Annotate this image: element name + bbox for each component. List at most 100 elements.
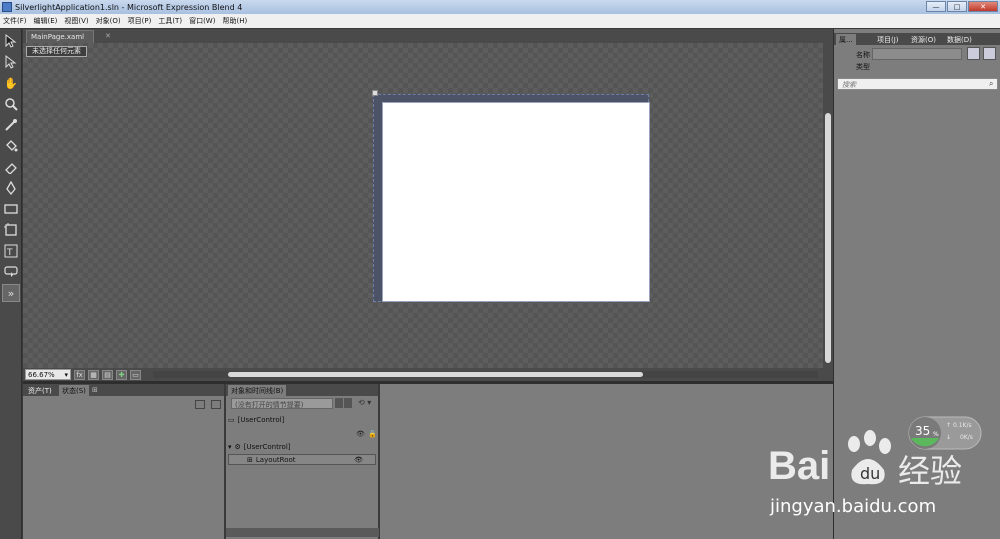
design-canvas[interactable]: [382, 102, 650, 302]
properties-view-icon[interactable]: [967, 47, 980, 60]
menu-help[interactable]: 帮助(H): [222, 16, 247, 26]
watermark-cn-text: 经验: [898, 452, 963, 490]
svg-text:du: du: [860, 464, 880, 483]
vertical-scroll-thumb[interactable]: [825, 113, 831, 363]
eraser-icon[interactable]: [2, 158, 20, 176]
tree-item-label: [UserControl]: [243, 442, 291, 451]
toolbox: ✋ T »: [0, 29, 22, 539]
maximize-button[interactable]: □: [947, 1, 967, 12]
tree-item-label: LayoutRoot: [255, 455, 296, 464]
storyboard-options-icon[interactable]: ⟲ ▾: [358, 398, 371, 407]
assets-expand-icon[interactable]: »: [2, 284, 20, 302]
svg-text:T: T: [6, 248, 13, 258]
tab-resources[interactable]: 资源(O): [908, 34, 939, 45]
name-label: 名称: [856, 51, 870, 59]
tree-item-usercontrol[interactable]: ▾ ⚙ [UserControl]: [228, 441, 376, 452]
upload-arrow-icon: ↑: [946, 422, 952, 429]
grid-node-icon: ⊞: [247, 455, 253, 464]
add-state-icon[interactable]: [211, 400, 221, 409]
window-controls: — □ ✕: [926, 1, 998, 12]
objects-timeline-tabs: 对象和时间线(B): [226, 384, 378, 396]
app-icon: [2, 2, 12, 12]
snap-grid-icon[interactable]: ▤: [102, 369, 113, 380]
zoom-select[interactable]: 66.67% ▾: [25, 369, 71, 380]
tab-project[interactable]: 项目(J): [874, 34, 902, 45]
tab-data[interactable]: 数据(D): [944, 34, 975, 45]
selection-tool-icon[interactable]: [2, 32, 20, 50]
upload-speed: 0.1K/s: [953, 422, 972, 429]
pin-icon[interactable]: ⊞: [89, 385, 101, 396]
menu-edit[interactable]: 编辑(E): [34, 16, 58, 26]
rectangle-icon[interactable]: [2, 200, 20, 218]
annotations-icon[interactable]: ▭: [130, 369, 141, 380]
tree-item-label: [UserControl]: [237, 415, 285, 424]
artboard[interactable]: 未选择任何元素: [23, 43, 823, 368]
pen-icon[interactable]: [2, 179, 20, 197]
pan-hand-icon[interactable]: ✋: [2, 74, 20, 92]
horizontal-scroll-thumb[interactable]: [228, 372, 643, 377]
watermark-url: jingyan.baidu.com: [770, 496, 937, 517]
baidu-watermark-logo: Bai du 经验: [768, 430, 998, 496]
storyboard-picker[interactable]: (没有打开的情节提要): [231, 398, 333, 409]
paw-icon: du: [848, 430, 891, 485]
lock-icon[interactable]: 🔒: [368, 430, 377, 438]
watermark-logo-text: Bai: [768, 444, 831, 488]
tree-item-usercontrol-root[interactable]: ▭ [UserControl]: [228, 414, 376, 425]
document-tab-strip: MainPage.xaml ✕: [23, 29, 833, 43]
visibility-eye-icon[interactable]: 👁: [354, 456, 363, 464]
eyedropper-icon[interactable]: [2, 116, 20, 134]
add-state-group-icon[interactable]: [195, 400, 205, 409]
tab-objects-timeline[interactable]: 对象和时间线(B): [228, 385, 287, 396]
button-control-icon[interactable]: [2, 263, 20, 281]
grid-layout-icon[interactable]: [2, 221, 20, 239]
assets-states-tabs: 资产(T) 状态(S) ⊞: [23, 384, 224, 396]
visibility-eye-icon[interactable]: 👁: [356, 430, 365, 438]
timeline-scrollbar[interactable]: [226, 528, 379, 537]
menu-object[interactable]: 对象(O): [96, 16, 121, 26]
usercontrol-node-icon: ⚙: [234, 442, 241, 451]
artboard-status-bar: 66.67% ▾ fx ▦ ▤ ✚ ▭: [23, 368, 833, 381]
zoom-icon[interactable]: [2, 95, 20, 113]
timeline-panel: [380, 384, 833, 539]
assets-states-panel: 资产(T) 状态(S) ⊞: [23, 384, 225, 539]
minimize-button[interactable]: —: [926, 1, 946, 12]
direct-selection-tool-icon[interactable]: [2, 53, 20, 71]
title-bar: SilverlightApplication1.sln - Microsoft …: [0, 0, 1000, 14]
artboard-horizontal-scrollbar[interactable]: [153, 371, 818, 378]
menu-file[interactable]: 文件(F): [3, 16, 27, 26]
tree-item-layoutroot[interactable]: ⊞ LayoutRoot 👁: [228, 454, 376, 465]
name-field[interactable]: [872, 48, 962, 60]
chevron-down-icon: ▾: [64, 371, 68, 379]
tab-close-icon[interactable]: ✕: [105, 32, 111, 40]
events-view-icon[interactable]: [983, 47, 996, 60]
properties-tabs: 属... 项目(J) 资源(O) 数据(D): [834, 33, 1000, 45]
tab-assets[interactable]: 资产(T): [25, 385, 55, 396]
show-grid-icon[interactable]: ▦: [88, 369, 99, 380]
search-icon: ⌕: [989, 79, 994, 88]
resize-grip-icon[interactable]: [372, 90, 378, 96]
menu-view[interactable]: 视图(V): [64, 16, 88, 26]
menu-bar: 文件(F) 编辑(E) 视图(V) 对象(O) 项目(P) 工具(T) 窗口(W…: [0, 14, 1000, 28]
expand-arrow-icon[interactable]: ▾: [228, 443, 232, 451]
zoom-value: 66.67%: [28, 371, 55, 379]
type-label: 类型: [856, 63, 870, 71]
window-title: SilverlightApplication1.sln - Microsoft …: [15, 2, 243, 12]
snap-lines-icon[interactable]: ✚: [116, 369, 127, 380]
usercontrol-icon: ▭: [228, 415, 235, 424]
close-button[interactable]: ✕: [968, 1, 998, 12]
tab-mainpage[interactable]: MainPage.xaml: [26, 30, 94, 43]
artboard-vertical-scrollbar[interactable]: [823, 43, 833, 368]
property-search-input[interactable]: 搜索: [837, 78, 998, 90]
text-block-icon[interactable]: T: [2, 242, 20, 260]
menu-project[interactable]: 项目(P): [128, 16, 152, 26]
storyboard-close-icon[interactable]: [335, 398, 343, 408]
storyboard-add-icon[interactable]: [344, 398, 352, 408]
menu-window[interactable]: 窗口(W): [189, 16, 215, 26]
render-effects-icon[interactable]: fx: [74, 369, 85, 380]
menu-tools[interactable]: 工具(T): [158, 16, 182, 26]
objects-timeline-panel: 对象和时间线(B) (没有打开的情节提要) ⟲ ▾ ▭ [UserControl…: [226, 384, 379, 539]
tab-states[interactable]: 状态(S): [59, 385, 89, 396]
tab-properties[interactable]: 属...: [836, 34, 856, 45]
selection-breadcrumb[interactable]: 未选择任何元素: [26, 46, 87, 57]
paint-bucket-icon[interactable]: [2, 137, 20, 155]
